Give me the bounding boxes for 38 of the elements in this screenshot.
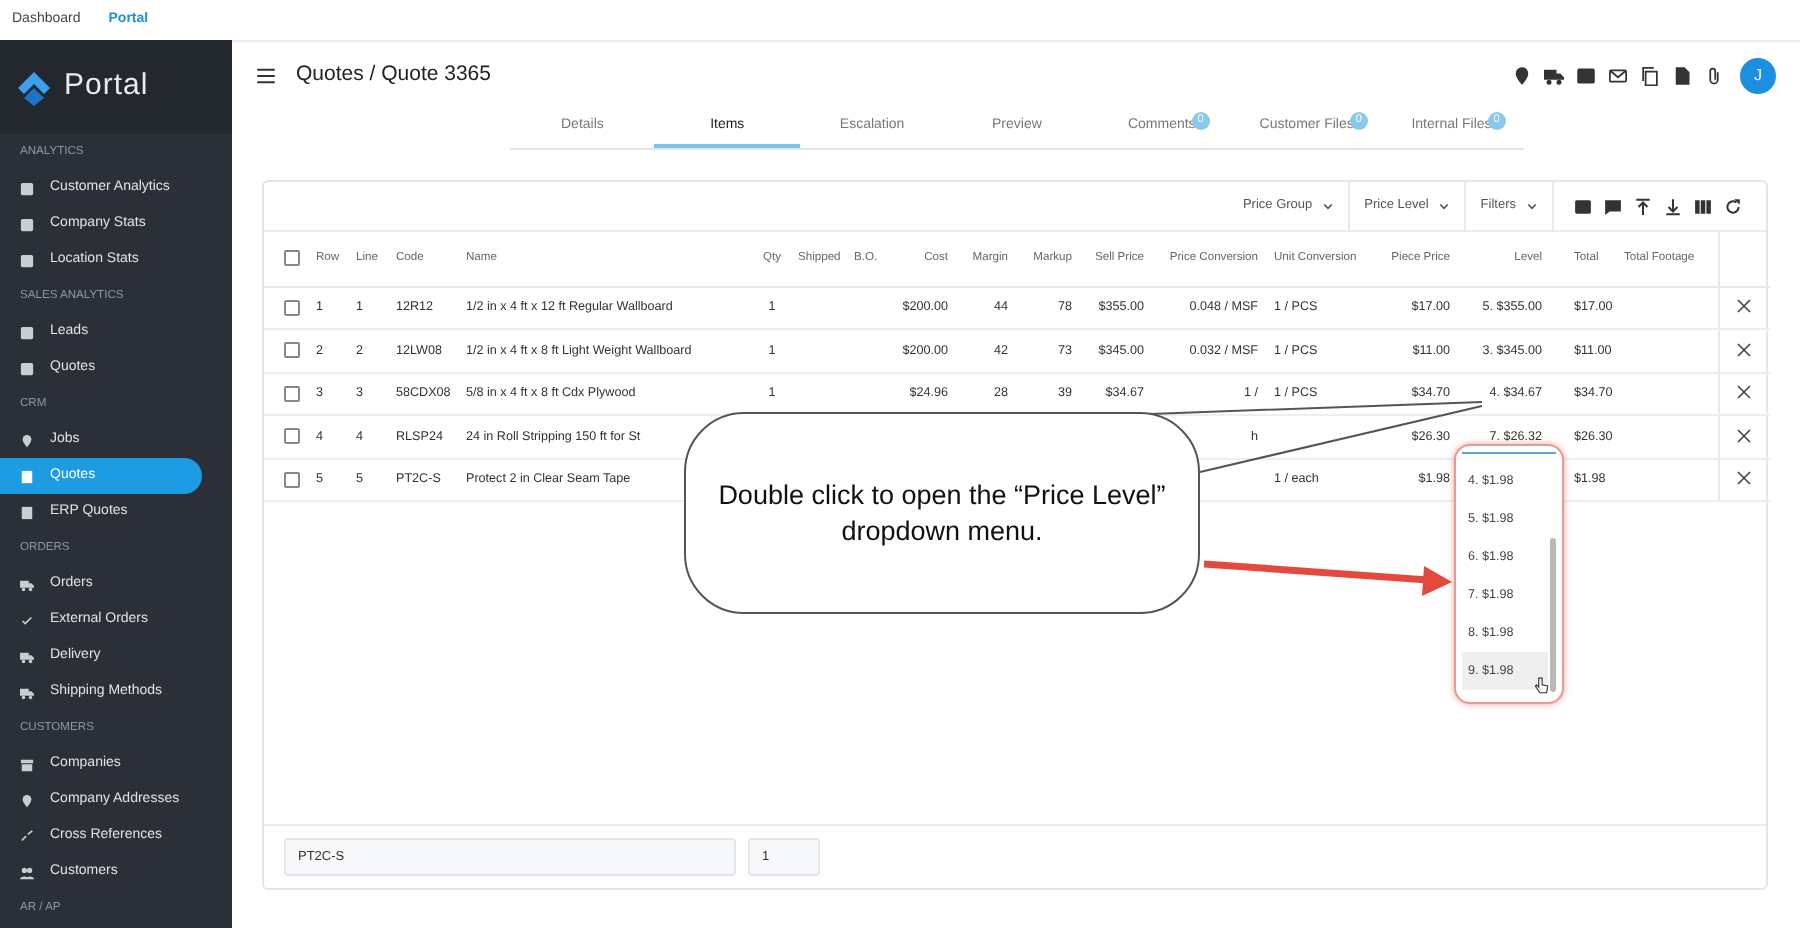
columns-icon[interactable] <box>1694 197 1712 215</box>
logo-text: Portal <box>64 66 149 107</box>
callout: Double click to open the “Price Level” dropdown menu. <box>684 412 1200 614</box>
logo-icon <box>16 69 52 105</box>
page-title: Quotes / Quote 3365 <box>296 60 491 91</box>
truck-icon <box>20 685 34 699</box>
remove-icon[interactable] <box>1736 298 1753 315</box>
checkbox[interactable] <box>284 385 300 402</box>
checkbox[interactable] <box>284 342 300 359</box>
chevron-icon <box>1322 200 1335 212</box>
pin-icon[interactable] <box>1512 66 1532 86</box>
scrollbar-thumb[interactable] <box>1550 538 1556 692</box>
remove-icon[interactable] <box>1736 427 1753 444</box>
checkbox[interactable] <box>284 250 300 267</box>
remove-icon[interactable] <box>1736 341 1753 358</box>
download-icon[interactable] <box>1664 197 1682 215</box>
remove-icon[interactable] <box>1736 470 1753 487</box>
people-icon <box>20 865 34 879</box>
pin-icon <box>20 793 34 807</box>
truck-icon <box>20 577 34 591</box>
truck-icon[interactable] <box>1544 66 1564 86</box>
upload-icon[interactable] <box>1634 197 1652 215</box>
menu-icon[interactable] <box>256 66 276 86</box>
pin-icon <box>20 433 34 447</box>
copy-icon[interactable] <box>1640 66 1660 86</box>
chevron-icon <box>1526 200 1538 212</box>
checkbox[interactable] <box>284 471 300 488</box>
remove-icon[interactable] <box>1736 384 1753 401</box>
check-icon <box>20 613 34 627</box>
truck-icon <box>20 649 34 663</box>
checkbox[interactable] <box>284 299 300 316</box>
refresh-icon[interactable] <box>1724 197 1742 215</box>
store-icon <box>20 757 34 771</box>
comment-icon[interactable] <box>1604 197 1622 215</box>
paperclip-icon[interactable] <box>1704 66 1724 86</box>
mail-icon[interactable] <box>1608 66 1628 86</box>
checkbox[interactable] <box>284 428 300 445</box>
chevron-icon <box>1438 200 1451 212</box>
